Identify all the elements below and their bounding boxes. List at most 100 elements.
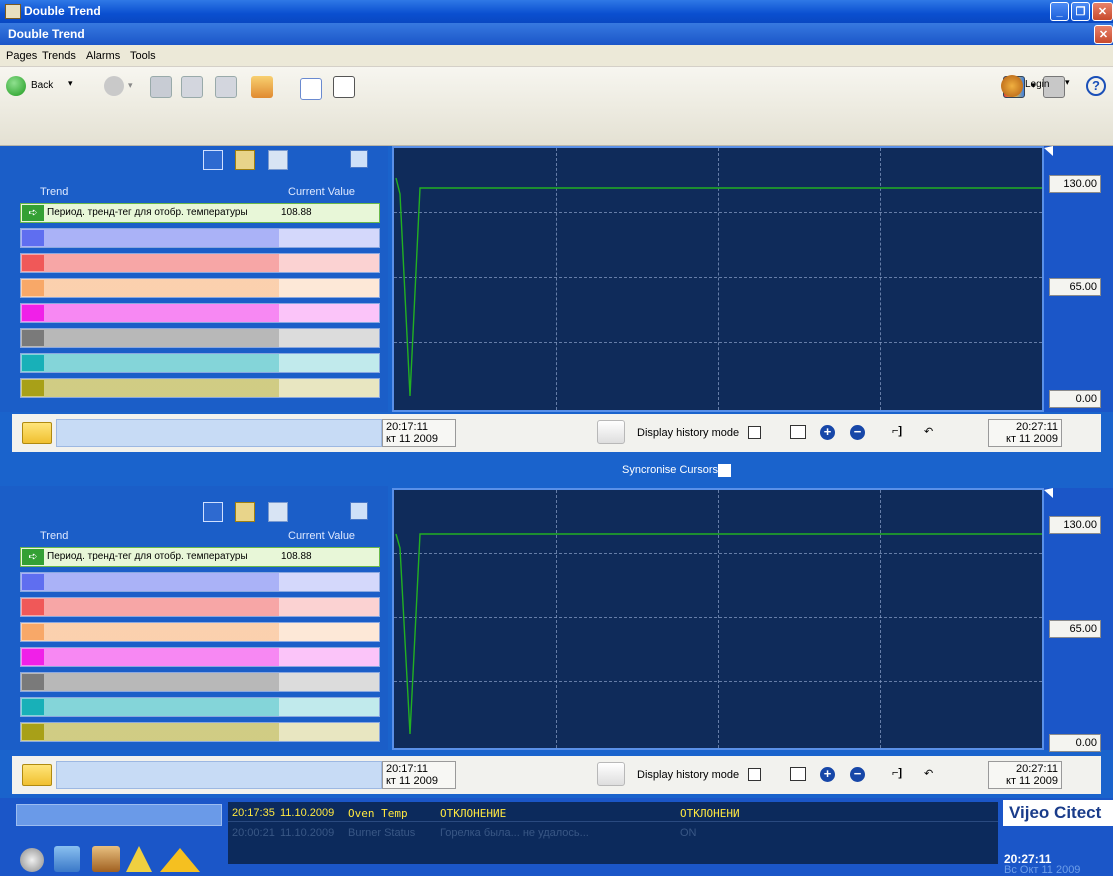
close-button[interactable]: ✕ [1092,2,1113,21]
history-mode-checkbox[interactable] [748,426,761,439]
alarm-list[interactable]: 20:17:35 11.10.2009 Oven Temp ОТКЛОНЕНИЕ… [228,802,998,864]
cursor-icon[interactable]: ⌐] [892,425,902,437]
home-icon[interactable] [251,76,273,98]
undo-icon[interactable]: ↶ [924,767,933,780]
forward-dropdown-icon[interactable]: ▾ [128,80,133,91]
end-time-box[interactable]: 20:27:11 кт 11 2009 [988,419,1062,447]
history-mode-checkbox[interactable] [748,768,761,781]
end-date: кт 11 2009 [1006,433,1058,445]
menu-pages[interactable]: Pages [6,50,37,62]
minimize-button[interactable]: _ [1050,2,1069,21]
trend-color-swatch [22,255,44,271]
clock-date: Вс Окт 11 2009 [1004,864,1081,876]
page-close-button[interactable]: ✕ [1094,25,1113,44]
sync-cursors-checkbox[interactable] [718,464,731,477]
hardware-alarms-icon[interactable] [126,846,152,872]
login-button[interactable]: Login ▾ [1001,74,1079,100]
help-icon[interactable]: ? [1086,76,1106,96]
alarm-date: 11.10.2009 [280,827,335,839]
forward-icon[interactable] [104,76,124,96]
cursor-icon[interactable]: ⌐] [892,767,902,779]
disabled-alarms-icon[interactable] [92,846,120,872]
trend-line-svg-2 [395,533,1042,735]
analyst-view-icon[interactable] [333,76,355,98]
trend-row[interactable] [20,378,380,398]
back-button[interactable]: Back ▾ [6,75,88,99]
trend-name [21,573,279,591]
end-time-box[interactable]: 20:27:11 кт 11 2009 [988,761,1062,789]
login-dropdown-icon[interactable]: ▾ [1065,77,1070,88]
trend-color-swatch [22,674,44,690]
window-title: Double Trend [24,4,101,18]
alarm-filter-bar[interactable] [16,804,222,826]
zoom-search-icon[interactable] [350,502,368,520]
save-icon[interactable] [203,150,223,170]
trend-row[interactable]: Период. тренд-тег для отобр. температуры… [20,547,380,567]
zoom-search-icon[interactable] [350,150,368,168]
page-list-icon[interactable] [150,76,172,98]
trend-row[interactable] [20,303,380,323]
trend-row[interactable] [20,597,380,617]
display-settings-icon[interactable] [790,767,806,781]
current-value-column-header: Current Value [288,186,356,198]
start-time-box[interactable]: 20:17:11 кт 11 2009 [382,761,456,789]
restore-button[interactable]: ❐ [1071,2,1090,21]
trend-row[interactable] [20,228,380,248]
trend-color-swatch: ➪ [22,549,44,565]
back-dropdown-icon[interactable]: ▾ [68,78,73,89]
zoom-in-icon[interactable]: + [820,767,835,782]
trend-color-swatch [22,624,44,640]
edit-pen-icon[interactable] [268,502,288,522]
trend-row[interactable] [20,572,380,592]
end-time: 20:27:11 [1015,763,1058,775]
display-settings-icon[interactable] [790,425,806,439]
trend-color-swatch [22,355,44,371]
undo-icon[interactable]: ↶ [924,425,933,438]
trend-plot-2[interactable] [392,488,1044,750]
open-folder-icon[interactable] [22,764,52,786]
trend-row[interactable] [20,672,380,692]
previous-page-icon[interactable] [181,76,203,98]
start-time-box[interactable]: 20:17:11 кт 11 2009 [382,419,456,447]
trend-plot-1[interactable] [392,146,1044,412]
open-folder-icon[interactable] [22,422,52,444]
trend-name [21,304,279,322]
zoom-out-icon[interactable]: − [850,425,865,440]
trend-current-value: 108.88 [281,207,312,218]
history-clock-icon[interactable] [597,762,625,786]
trend-row[interactable] [20,622,380,642]
brand-logo: Vijeo Citect [1003,800,1113,826]
trend-row[interactable] [20,697,380,717]
clipboard-icon[interactable] [235,502,255,522]
menu-alarms[interactable]: Alarms [86,50,120,62]
alarm-state: ОТКЛОНЕНИ [680,807,740,820]
alarm-row[interactable]: 20:17:35 11.10.2009 Oven Temp ОТКЛОНЕНИЕ… [228,804,998,822]
trend-name [21,698,279,716]
menu-trends[interactable]: Trends [42,50,76,62]
trend-row[interactable]: Период. тренд-тег для отобр. температуры… [20,203,380,223]
trend-row[interactable] [20,328,380,348]
trend-row[interactable] [20,647,380,667]
start-date: кт 11 2009 [386,775,438,787]
clipboard-icon[interactable] [235,150,255,170]
trend-view-icon[interactable] [300,78,322,100]
zoom-in-icon[interactable]: + [820,425,835,440]
menu-tools[interactable]: Tools [130,50,156,62]
end-time: 20:27:11 [1015,421,1058,433]
trend-color-swatch [22,380,44,396]
trend-row[interactable] [20,722,380,742]
speaker-icon[interactable] [20,848,44,872]
next-page-icon[interactable] [215,76,237,98]
trend-row[interactable] [20,278,380,298]
history-clock-icon[interactable] [597,420,625,444]
alarm-summary-icon[interactable] [54,846,80,872]
trend-row[interactable] [20,353,380,373]
trend-row[interactable] [20,253,380,273]
alarm-row[interactable]: 20:00:21 11.10.2009 Burner Status Горелк… [228,824,998,842]
edit-pen-icon[interactable] [268,150,288,170]
alarm-warning-icon[interactable] [160,848,200,872]
scale-mid-label: 65.00 [1049,278,1101,296]
zoom-out-icon[interactable]: − [850,767,865,782]
save-icon[interactable] [203,502,223,522]
scale-min-label: 0.00 [1049,390,1101,408]
